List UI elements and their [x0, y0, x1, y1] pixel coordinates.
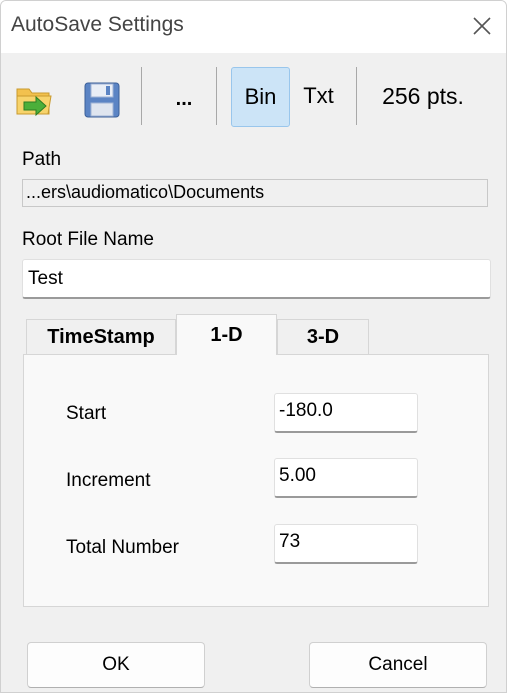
- ok-button[interactable]: OK: [27, 642, 205, 688]
- title-bar: AutoSave Settings: [1, 1, 506, 53]
- path-label: Path: [22, 149, 62, 170]
- tab-1d-label: 1-D: [210, 323, 243, 346]
- points-label: 256 pts.: [382, 82, 464, 109]
- close-icon: [473, 17, 491, 35]
- close-button[interactable]: [467, 9, 497, 43]
- toolbar-separator: [356, 67, 357, 125]
- increment-input[interactable]: 5.00: [274, 458, 418, 498]
- bin-label: Bin: [244, 84, 277, 109]
- total-number-label: Total Number: [66, 537, 179, 558]
- window-title: AutoSave Settings: [11, 13, 184, 36]
- txt-format-button[interactable]: Txt: [291, 67, 346, 125]
- toolbar-separator: [141, 67, 142, 125]
- save-button[interactable]: [80, 79, 124, 121]
- increment-label: Increment: [66, 470, 151, 491]
- total-number-input[interactable]: 73: [274, 524, 418, 564]
- browse-button[interactable]: ...: [161, 79, 207, 119]
- tab-1d[interactable]: 1-D: [176, 314, 277, 355]
- tab-3d[interactable]: 3-D: [277, 319, 369, 355]
- root-file-name-input[interactable]: Test: [22, 259, 491, 299]
- bin-format-button[interactable]: Bin: [231, 67, 290, 127]
- folder-arrow-icon: [16, 88, 52, 117]
- autosave-settings-window: AutoSave Settings ... Bin Txt 256 pts. P…: [0, 0, 507, 693]
- toolbar-separator: [216, 67, 217, 125]
- path-field: ...ers\audiomatico\Documents: [22, 179, 488, 207]
- floppy-disk-icon: [84, 82, 120, 118]
- ok-label: OK: [102, 654, 130, 675]
- start-input[interactable]: -180.0: [274, 393, 418, 433]
- start-label: Start: [66, 403, 107, 424]
- tab-3d-label: 3-D: [306, 326, 340, 348]
- tab-timestamp[interactable]: TimeStamp: [26, 319, 176, 355]
- txt-label: Txt: [303, 83, 334, 108]
- open-folder-button[interactable]: [13, 79, 55, 121]
- cancel-button[interactable]: Cancel: [309, 642, 487, 688]
- points-button[interactable]: 256 pts.: [367, 67, 479, 125]
- cancel-label: Cancel: [368, 654, 428, 675]
- tab-timestamp-label: TimeStamp: [47, 326, 155, 348]
- root-file-name-label: Root File Name: [22, 229, 154, 250]
- browse-label: ...: [175, 87, 193, 110]
